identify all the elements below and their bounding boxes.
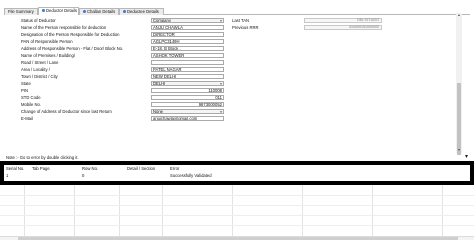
tab-file-summary[interactable]: File Summary	[4, 8, 38, 15]
road-label: Road / Street / Lane	[21, 60, 59, 65]
designation-label: Designation of the Person Responsible fo…	[21, 32, 120, 37]
chevron-down-icon: ▾	[220, 19, 222, 23]
grid-divider	[232, 185, 233, 236]
col-header-error[interactable]: Error	[170, 166, 179, 171]
address-field[interactable]: E-18, B Block ,	[151, 46, 224, 51]
tab-label: Deductee Details	[127, 9, 159, 14]
form-vertical-scrollbar[interactable]: ▲ ▼	[456, 13, 462, 155]
arrow-down-icon[interactable]: ▼	[456, 148, 462, 153]
col-header-tab-page[interactable]: Tab Page	[32, 166, 50, 171]
pan-label: PAN of Responsible Person	[21, 39, 73, 44]
pan-field[interactable]: AGLPC3149H	[151, 39, 224, 44]
status-select[interactable]: Company ▾	[151, 18, 224, 23]
tab-status-icon	[83, 10, 86, 14]
mobile-field[interactable]: 9873000052	[151, 102, 224, 107]
mobile-label: Mobile No.	[21, 102, 42, 107]
error-note: Note :- Go to error by double clicking i…	[6, 155, 79, 160]
previous-rrr-field: 410000151000000	[304, 25, 382, 30]
deductor-details-form: Status of Deductor Company ▾ Name of the …	[4, 15, 470, 153]
town-label: Town / District / City	[21, 74, 58, 79]
state-select[interactable]: DELHI ▾	[151, 81, 224, 86]
address-label: Address of Responsible Person - Flat / D…	[21, 46, 124, 51]
chevron-down-icon: ▾	[220, 82, 222, 86]
road-field[interactable]	[151, 60, 224, 65]
area-field[interactable]: PATEL NAGAR	[151, 67, 224, 72]
email-field[interactable]: anujchawla@gmail.com	[151, 116, 224, 121]
chevron-down-icon: ▾	[220, 110, 222, 114]
grid-divider	[442, 185, 443, 236]
tab-strip: File Summary Deductor Details Challan De…	[4, 7, 470, 15]
last-tan-label: Last TAN	[232, 18, 250, 23]
grid-row-line	[0, 225, 474, 226]
grid-divider	[24, 185, 25, 236]
tab-label: File Summary	[8, 9, 34, 14]
tab-deductee-details[interactable]: Deductee Details	[119, 8, 164, 15]
tab-challan-details[interactable]: Challan Details	[79, 8, 119, 15]
designation-field[interactable]: DIRECTOR	[151, 32, 224, 37]
grid-divider	[74, 185, 75, 236]
change-address-label: Change of Address of Deductor since last…	[21, 109, 112, 114]
cell-row-no: 0	[82, 173, 85, 178]
state-label: State	[21, 81, 31, 86]
pin-icon[interactable]: ▾	[465, 154, 470, 160]
std-field[interactable]: 011	[151, 95, 224, 100]
error-list-panel: Serial No. Tab Page Row No. Detail / Sec…	[0, 161, 474, 185]
change-address-value: None	[153, 109, 164, 114]
scrollbar-thumb[interactable]	[457, 83, 461, 155]
grid-divider	[372, 185, 373, 236]
status-value: Company	[153, 18, 171, 23]
tab-status-icon	[123, 10, 126, 14]
cell-error: Successfully Validated	[170, 173, 212, 178]
col-header-row-no[interactable]: Row No.	[82, 166, 98, 171]
col-header-detail-section[interactable]: Detail / Section	[127, 166, 155, 171]
town-field[interactable]: NEW DELHI	[151, 74, 224, 79]
grid-row-line	[0, 205, 474, 206]
horizontal-scrollbar[interactable]	[0, 236, 474, 240]
premises-label: Name of Premises / Building/	[21, 53, 75, 58]
premises-field[interactable]: ASHOK TOWER	[151, 53, 224, 58]
last-tan-field: DELT07102G	[304, 18, 382, 23]
responsible-name-field[interactable]: ANJU CHAWLA	[151, 25, 224, 30]
tab-label: Deductor Details	[46, 8, 77, 13]
tab-label: Challan Details	[87, 9, 116, 14]
col-header-serial[interactable]: Serial No.	[6, 166, 24, 171]
error-grid-empty-area	[0, 185, 474, 236]
grid-row-line	[0, 195, 474, 196]
pin-label: PIN	[21, 88, 28, 93]
grid-divider	[119, 185, 120, 236]
previous-rrr-label: Previous RRR	[232, 25, 259, 30]
status-label: Status of Deductor	[21, 18, 56, 23]
state-value: DELHI	[153, 81, 166, 86]
responsible-name-label: Name of the Person responsible for deduc…	[21, 25, 107, 30]
grid-divider	[302, 185, 303, 236]
area-label: Area / Locality /	[21, 67, 50, 72]
tab-deductor-details[interactable]: Deductor Details	[38, 7, 79, 15]
change-address-select[interactable]: None ▾	[151, 109, 224, 114]
grid-row-line	[0, 215, 474, 216]
pin-field[interactable]: 110008	[151, 88, 224, 93]
arrow-up-icon[interactable]: ▲	[456, 13, 462, 18]
std-label: STD Code	[21, 95, 41, 100]
email-label: E-Mail	[21, 116, 33, 121]
tab-status-icon	[42, 9, 45, 13]
cell-serial: 1	[6, 173, 9, 178]
grid-divider	[162, 185, 163, 236]
